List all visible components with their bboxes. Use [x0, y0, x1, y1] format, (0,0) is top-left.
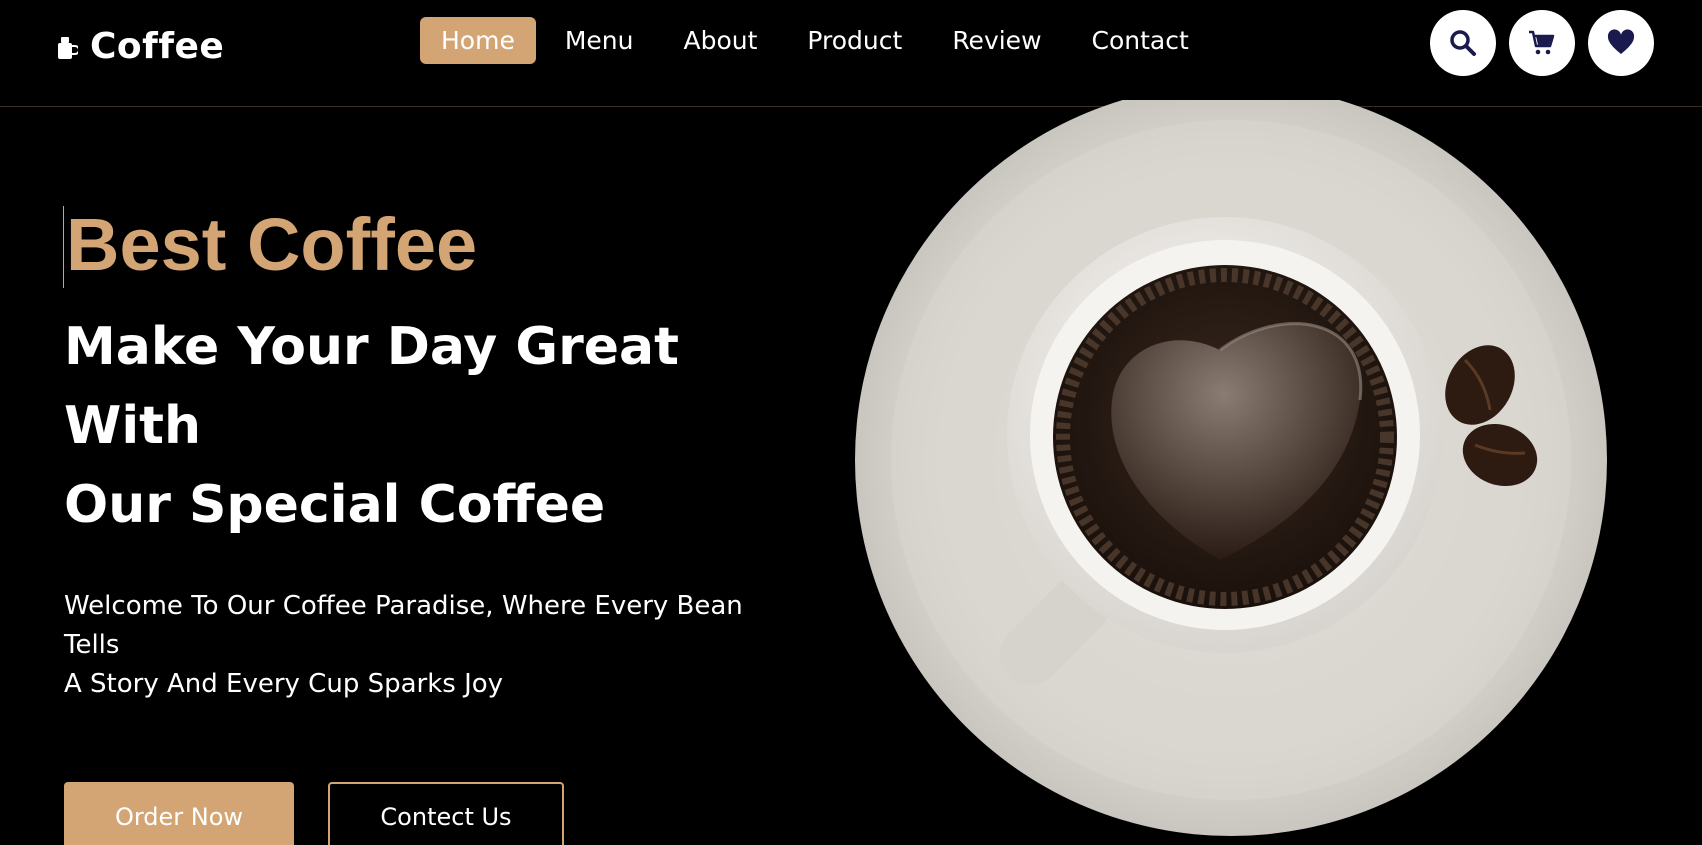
order-now-button[interactable]: Order Now	[64, 782, 294, 845]
coffee-cup-icon	[58, 36, 78, 59]
contact-us-button[interactable]: Contect Us	[328, 782, 564, 845]
site-header: Coffee Home Menu About Product Review Co…	[0, 0, 1702, 107]
hero-description-line-1: Welcome To Our Coffee Paradise, Where Ev…	[64, 591, 743, 660]
search-button[interactable]	[1430, 10, 1496, 76]
hero-accent-title-text: Best Coffee	[66, 203, 478, 286]
brand-name: Coffee	[90, 26, 225, 67]
hero-description-line-2: A Story And Every Cup Sparks Joy	[64, 669, 504, 699]
cart-button[interactable]	[1509, 10, 1575, 76]
nav-item-product[interactable]: Product	[786, 17, 923, 64]
cart-icon	[1529, 30, 1555, 55]
hero-accent-title: Best Coffee	[63, 200, 478, 290]
nav-item-review[interactable]: Review	[931, 17, 1062, 64]
heart-icon	[1607, 29, 1635, 54]
nav-item-home[interactable]: Home	[420, 17, 536, 64]
text-cursor	[63, 206, 64, 288]
search-icon	[1450, 30, 1476, 56]
wishlist-button[interactable]	[1588, 10, 1654, 76]
main-nav: Home Menu About Product Review Contact	[420, 17, 1210, 64]
brand-logo[interactable]: Coffee	[56, 26, 224, 67]
hero-headline-line-2: Our Special Coffee	[64, 475, 606, 535]
hero-description: Welcome To Our Coffee Paradise, Where Ev…	[64, 587, 804, 704]
hero-headline: Make Your Day Great With Our Special Cof…	[64, 308, 824, 545]
hero-section: Best Coffee Make Your Day Great With Our…	[63, 200, 824, 845]
nav-item-menu[interactable]: Menu	[544, 17, 655, 64]
nav-item-contact[interactable]: Contact	[1071, 17, 1210, 64]
nav-item-about[interactable]: About	[662, 17, 778, 64]
hero-buttons: Order Now Contect Us	[64, 782, 824, 845]
header-icon-buttons	[1430, 10, 1654, 76]
coffee-cup-hero-image	[855, 100, 1607, 836]
hero-headline-line-1: Make Your Day Great With	[64, 317, 679, 456]
